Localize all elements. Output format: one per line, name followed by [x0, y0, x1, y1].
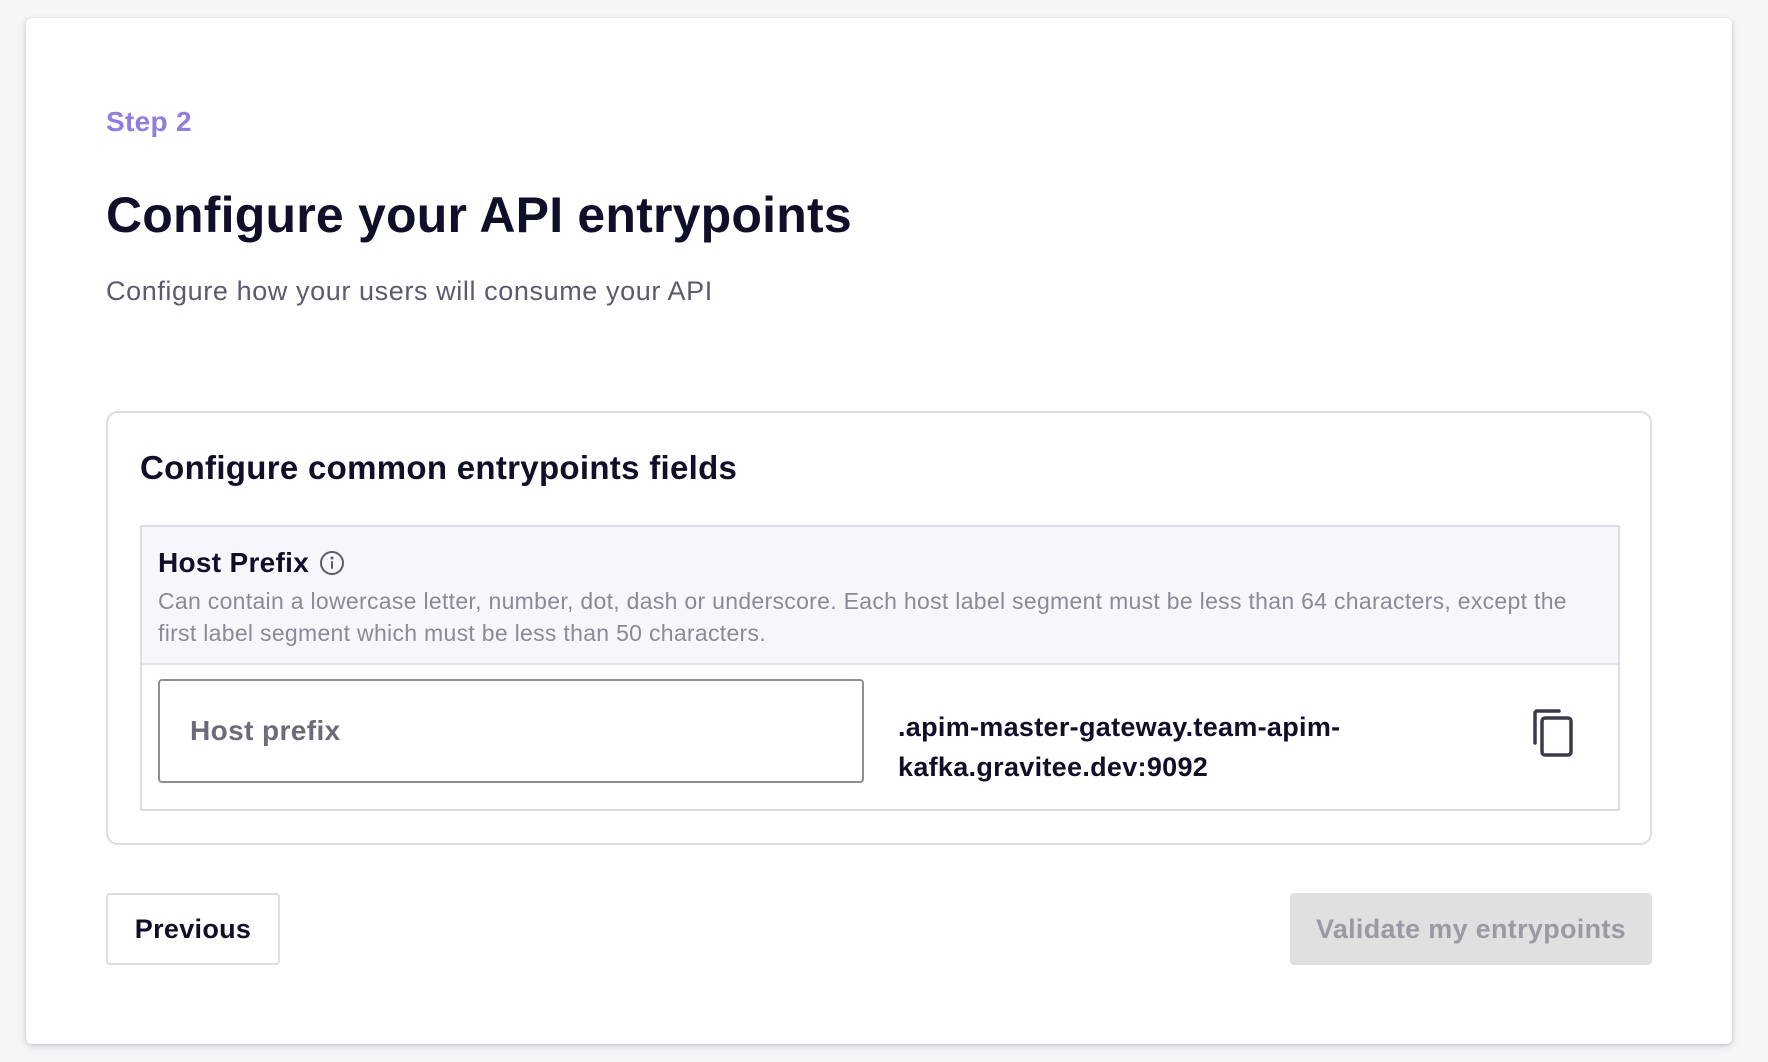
page-subtitle: Configure how your users will consume yo… — [106, 276, 713, 306]
host-prefix-description: Can contain a lowercase letter, number, … — [158, 588, 1567, 646]
common-entrypoints-section: Configure common entrypoints fields Host… — [106, 411, 1652, 845]
validate-entrypoints-button[interactable]: Validate my entrypoints — [1290, 893, 1652, 965]
host-prefix-field-header: Host Prefix Can contain a lowercase lett… — [142, 527, 1618, 665]
host-prefix-field-panel: Host Prefix Can contain a lowercase lett… — [140, 525, 1620, 811]
copy-host-button[interactable] — [1528, 705, 1578, 761]
copy-icon — [1533, 709, 1573, 757]
previous-button[interactable]: Previous — [106, 893, 280, 965]
host-prefix-input[interactable] — [158, 679, 864, 783]
page-title: Configure your API entrypoints — [106, 187, 852, 243]
host-prefix-label: Host Prefix — [158, 547, 310, 578]
info-circle-icon[interactable] — [319, 550, 345, 576]
step-indicator: Step 2 — [106, 106, 192, 137]
wizard-step-card: Step 2 Configure your API entrypoints Co… — [26, 18, 1732, 1044]
host-suffix-text: .apim-master-gateway.team-apim-kafka.gra… — [898, 712, 1341, 782]
host-prefix-label-row: Host Prefix — [158, 547, 345, 579]
section-title: Configure common entrypoints fields — [140, 449, 738, 486]
